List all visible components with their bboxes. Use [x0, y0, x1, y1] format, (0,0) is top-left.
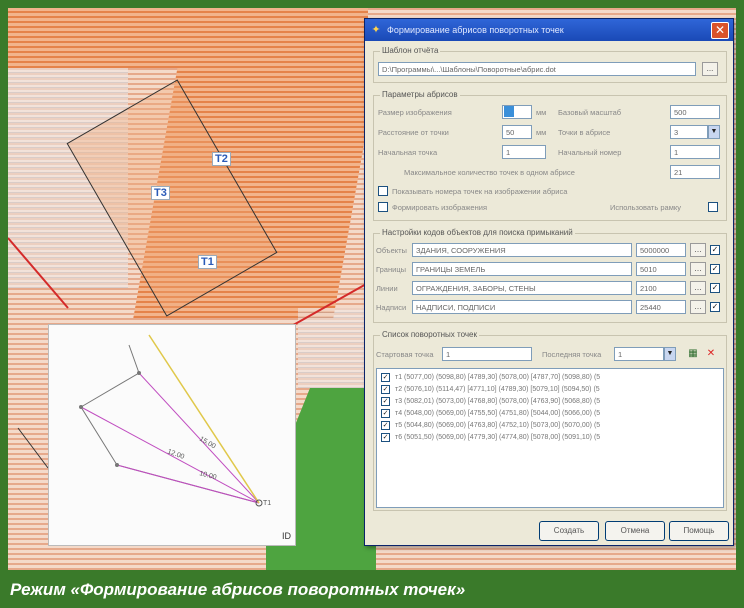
row-checkbox[interactable]: ✓: [381, 373, 390, 382]
points-in-abris-label: Точки в абрисе: [558, 128, 611, 137]
abris-label: Т1: [263, 500, 271, 507]
group-title: Настройки кодов объектов для поиска прим…: [380, 228, 575, 237]
start-point-label: Стартовая точка: [376, 350, 434, 359]
list-item[interactable]: ✓ т3 (5082,01) (5073,00) [4768,80] (5078,…: [381, 397, 721, 408]
list-item[interactable]: ✓ т4 (5048,00) (5069,00) [4755,50] (4751,…: [381, 409, 721, 420]
group-title: Список поворотных точек: [380, 330, 479, 339]
group-title: Параметры абрисов: [380, 90, 460, 99]
make-images-label: Формировать изображения: [392, 203, 487, 212]
start-point-label: Начальная точка: [378, 148, 438, 157]
code-row-code[interactable]: 25440: [636, 300, 686, 314]
code-row-label: Границы: [376, 265, 406, 274]
start-number-label: Начальный номер: [558, 148, 622, 157]
cancel-button[interactable]: Отмена: [605, 521, 665, 541]
end-point-label: Последняя точка: [542, 350, 602, 359]
base-scale-label: Базовый масштаб: [558, 108, 622, 117]
abris-drawing: 15.00 12.00 10.00 Т1: [79, 334, 271, 507]
row-checkbox[interactable]: ✓: [381, 409, 390, 418]
abris-label: 10.00: [198, 470, 217, 481]
code-row-code[interactable]: 5010: [636, 262, 686, 276]
template-group: Шаблон отчёта D:\Программы\...\Шаблоны\П…: [373, 46, 727, 83]
start-point-field[interactable]: 1: [442, 347, 532, 361]
params-group: Параметры абрисов Размер изображения мм …: [373, 90, 727, 221]
show-numbers-checkbox[interactable]: [378, 186, 388, 196]
browse-button[interactable]: ...: [702, 62, 718, 76]
code-row-checkbox[interactable]: ✓: [710, 264, 720, 274]
list-item[interactable]: ✓ т2 (5076,10) (5114,47) [4771,10] (4789,…: [381, 385, 721, 396]
use-frame-label: Использовать рамку: [610, 203, 681, 212]
ellipsis-button[interactable]: …: [690, 262, 706, 276]
abris-preview: 15.00 12.00 10.00 Т1 ID: [48, 324, 296, 546]
max-points-label: Максимальное количество точек в одном аб…: [404, 168, 575, 177]
code-row-value[interactable]: ГРАНИЦЫ ЗЕМЕЛЬ: [412, 262, 632, 276]
points-in-abris-field[interactable]: 3: [670, 125, 708, 139]
group-title: Шаблон отчёта: [380, 46, 441, 55]
codes-group: Настройки кодов объектов для поиска прим…: [373, 228, 727, 323]
code-row-checkbox[interactable]: ✓: [710, 245, 720, 255]
image-size-label: Размер изображения: [378, 108, 452, 117]
ellipsis-button[interactable]: …: [690, 243, 706, 257]
code-row-label: Объекты: [376, 246, 407, 255]
start-number-field[interactable]: 1: [670, 145, 720, 159]
abris-label: 15.00: [198, 436, 217, 451]
code-row-value[interactable]: ЗДАНИЯ, СООРУЖЕНИЯ: [412, 243, 632, 257]
ellipsis-button[interactable]: …: [690, 300, 706, 314]
color-picker-icon[interactable]: [504, 106, 514, 117]
points-list[interactable]: ✓ т1 (5077,00) (5098,80) [4789,30] (5078,…: [376, 368, 724, 508]
abris-corner-label: ID: [282, 531, 291, 541]
code-row-checkbox[interactable]: ✓: [710, 302, 720, 312]
row-checkbox[interactable]: ✓: [381, 397, 390, 406]
end-point-field[interactable]: 1: [614, 347, 664, 361]
code-row-label: Линии: [376, 284, 398, 293]
list-item[interactable]: ✓ т6 (5051,50) (5069,00) [4779,30] (4774,…: [381, 433, 721, 444]
chevron-down-icon[interactable]: ▼: [664, 347, 676, 361]
chevron-down-icon[interactable]: ▼: [708, 125, 720, 139]
dialog-titlebar[interactable]: ✦ Формирование абрисов поворотных точек …: [365, 19, 733, 41]
close-button[interactable]: ✕: [711, 21, 729, 39]
row-checkbox[interactable]: ✓: [381, 385, 390, 394]
code-row-code[interactable]: 5000000: [636, 243, 686, 257]
create-button[interactable]: Создать: [539, 521, 599, 541]
code-row-code[interactable]: 2100: [636, 281, 686, 295]
unit-label: мм: [536, 108, 547, 117]
unit-label: мм: [536, 128, 547, 137]
abris-dialog[interactable]: ✦ Формирование абрисов поворотных точек …: [364, 18, 734, 546]
code-row-label: Надписи: [376, 303, 407, 312]
screenshot-frame: Т2 Т3 Т1 15.00 12.00 10.00 Т1 ID ✦ Форми…: [8, 8, 736, 570]
base-scale-field[interactable]: 500: [670, 105, 720, 119]
max-points-field[interactable]: 21: [670, 165, 720, 179]
make-images-checkbox[interactable]: [378, 202, 388, 212]
distance-field[interactable]: 50: [502, 125, 532, 139]
show-numbers-label: Показывать номера точек на изображении а…: [392, 187, 568, 196]
use-frame-checkbox[interactable]: [708, 202, 718, 212]
start-point-field[interactable]: 1: [502, 145, 546, 159]
list-item[interactable]: ✓ т1 (5077,00) (5098,80) [4789,30] (5078,…: [381, 373, 721, 384]
list-item[interactable]: ✓ т5 (5044,80) (5069,00) [4763,80] (4752,…: [381, 421, 721, 432]
code-row-checkbox[interactable]: ✓: [710, 283, 720, 293]
code-row-value[interactable]: ОГРАЖДЕНИЯ, ЗАБОРЫ, СТЕНЫ: [412, 281, 632, 295]
table-icon[interactable]: ▦: [686, 347, 700, 361]
row-checkbox[interactable]: ✓: [381, 433, 390, 442]
app-icon: ✦: [371, 24, 381, 36]
abris-label: 12.00: [166, 448, 185, 461]
code-row-value[interactable]: НАДПИСИ, ПОДПИСИ: [412, 300, 632, 314]
figure-caption: Режим «Формирование абрисов поворотных т…: [0, 572, 744, 608]
row-checkbox[interactable]: ✓: [381, 421, 390, 430]
template-path-field[interactable]: D:\Программы\...\Шаблоны\Поворотные\абри…: [378, 62, 696, 76]
distance-label: Расстояние от точки: [378, 128, 449, 137]
dialog-title: Формирование абрисов поворотных точек: [387, 25, 564, 35]
help-button[interactable]: Помощь: [669, 521, 729, 541]
ellipsis-button[interactable]: …: [690, 281, 706, 295]
points-group: Список поворотных точек Стартовая точка …: [373, 330, 727, 511]
delete-icon[interactable]: ✕: [704, 347, 718, 361]
